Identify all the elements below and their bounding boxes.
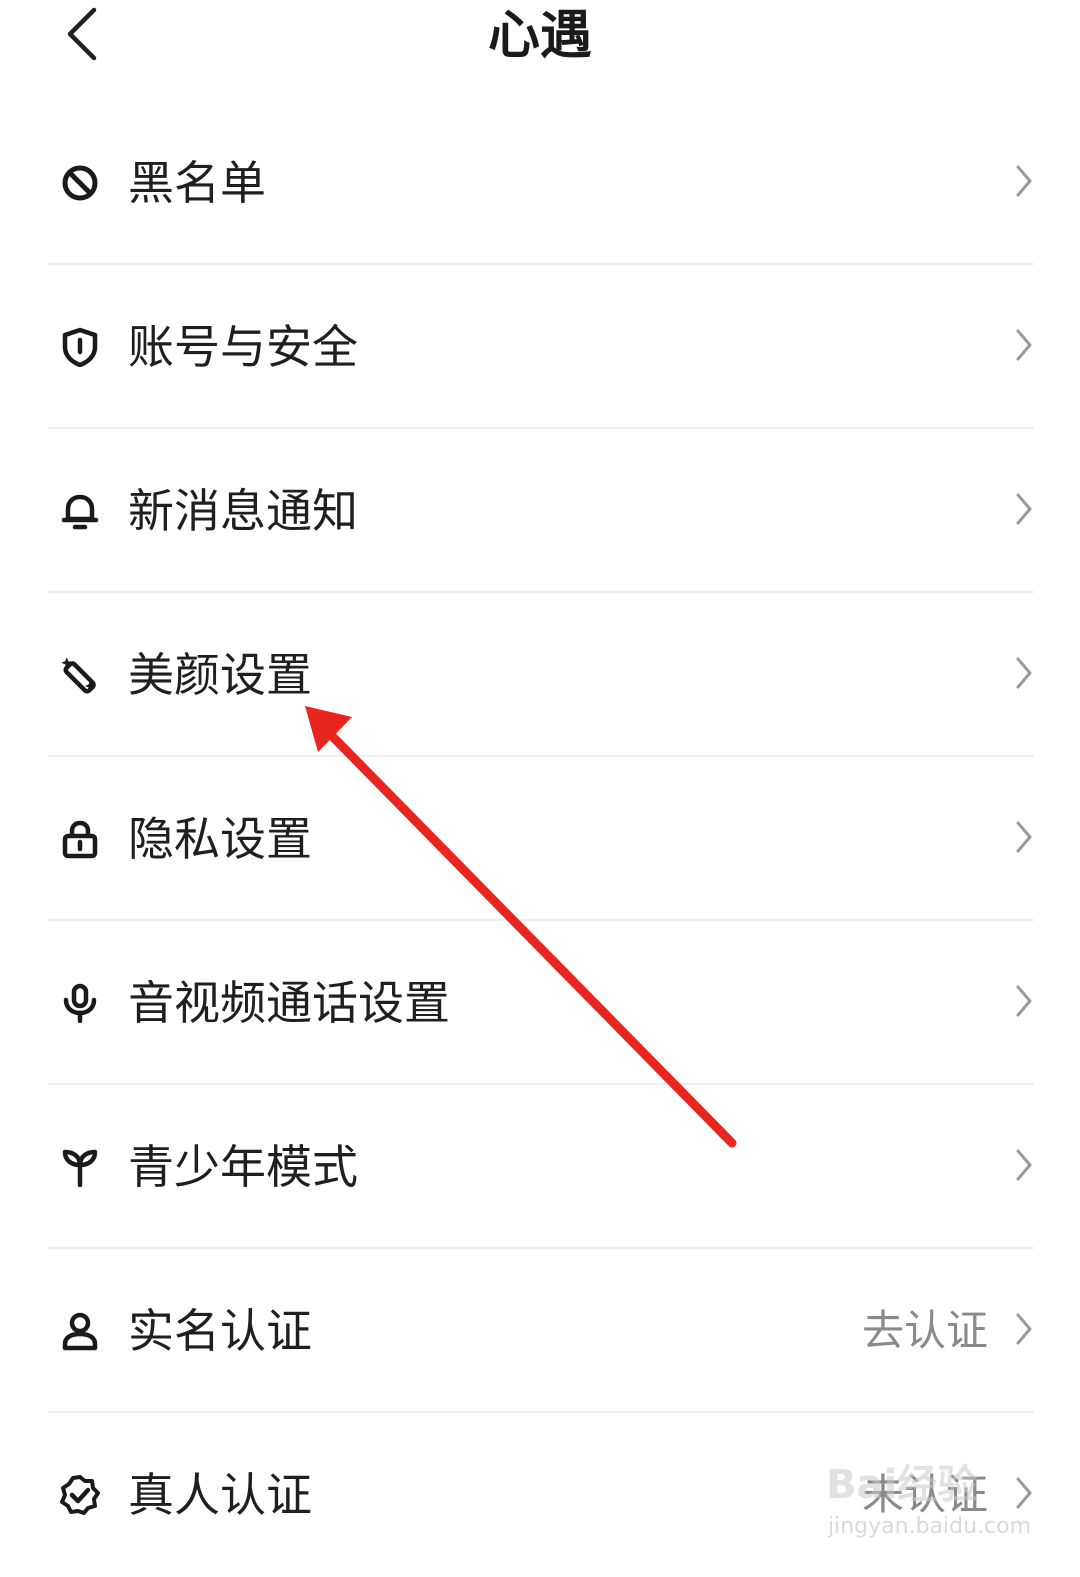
page-title: 心遇 [487,6,592,66]
settings-item-real-name[interactable]: 实名认证 去认证 [48,1249,1034,1413]
settings-item-blacklist[interactable]: 黑名单 [48,101,1034,265]
chevron-right-icon [1016,329,1032,361]
shield-icon [62,327,98,367]
block-icon [62,165,98,201]
person-icon [62,1312,98,1351]
settings-item-label: 黑名单 [128,156,266,210]
settings-item-value: 去认证 [861,1306,988,1355]
settings-item-teen-mode[interactable]: 青少年模式 [48,1085,1034,1249]
verified-badge-icon [60,1475,100,1515]
watermark-sub: jingyan.baidu.com [828,1514,1032,1539]
beauty-wand-icon [61,657,96,694]
chevron-right-icon [1016,985,1032,1017]
settings-item-label: 青少年模式 [128,1140,358,1194]
settings-item-beauty[interactable]: 美颜设置 [48,593,1034,757]
settings-list: 黑名单 账号与安全 新消息通知 美颜设置 隐私设置 音视频通话设置 青少年模式 … [0,101,1080,1577]
chevron-right-icon [1016,165,1032,197]
lock-icon [62,820,98,859]
chevron-right-icon [1016,1313,1032,1345]
settings-item-label: 隐私设置 [128,812,312,866]
sprout-icon [62,1149,98,1187]
settings-item-label: 真人认证 [128,1468,312,1522]
watermark-text: Bai经验 [826,1462,978,1508]
chevron-right-icon [1016,493,1032,525]
microphone-icon [63,983,97,1023]
settings-item-av-call[interactable]: 音视频通话设置 [48,921,1034,1085]
watermark: Bai经验 jingyan.baidu.com [826,1452,1031,1548]
settings-item-label: 新消息通知 [128,484,358,538]
settings-item-notifications[interactable]: 新消息通知 [48,429,1034,593]
bell-icon [61,494,99,530]
chevron-right-icon [1016,821,1032,853]
settings-item-label: 音视频通话设置 [128,976,450,1030]
chevron-right-icon [1016,657,1032,689]
header-bar: 心遇 [0,0,1080,80]
settings-item-label: 实名认证 [128,1304,312,1358]
settings-item-label: 账号与安全 [128,320,358,374]
chevron-right-icon [1016,1149,1032,1181]
settings-item-privacy[interactable]: 隐私设置 [48,757,1034,921]
settings-item-label: 美颜设置 [128,648,312,702]
settings-item-account-security[interactable]: 账号与安全 [48,265,1034,429]
